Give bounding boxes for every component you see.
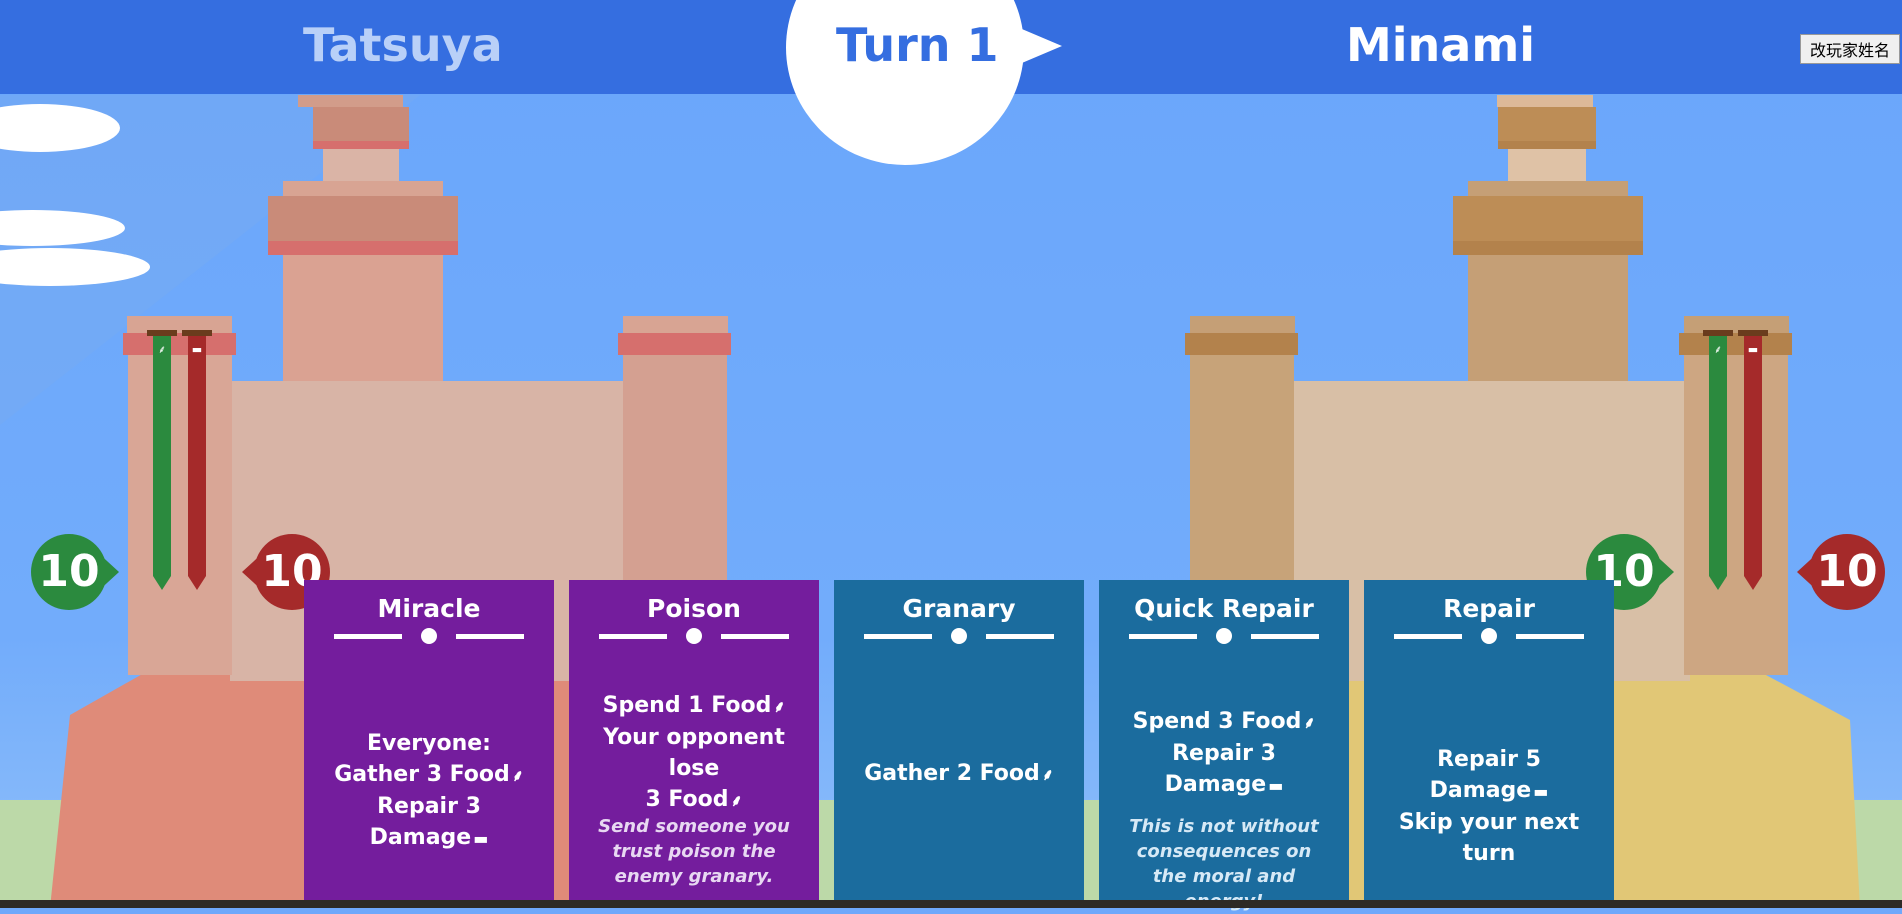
card-effect: Spend 3 Food ⸙ Repair 3 Damage ▬ [1132, 709, 1316, 797]
card-title: Poison [647, 594, 741, 623]
wheat-icon: ⸙ [1041, 765, 1054, 784]
card-divider [864, 628, 1054, 644]
card-title: Miracle [377, 594, 481, 623]
card-divider [1394, 628, 1584, 644]
card-repair[interactable]: Repair Repair 5 Damage ▬ Skip your next t… [1364, 580, 1614, 908]
brick-icon: ▬ [1747, 343, 1759, 356]
wheat-icon: ⸙ [511, 766, 524, 785]
player1-food-badge: 10 [31, 534, 119, 610]
wheat-icon: ⸙ [157, 343, 167, 356]
card-quick-repair[interactable]: Quick Repair Spend 3 Food ⸙ Repair 3 Dama… [1099, 580, 1349, 912]
wheat-icon: ⸙ [1303, 713, 1316, 732]
card-miracle[interactable]: Miracle Everyone: Gather 3 Food ⸙ Repair … [304, 580, 554, 908]
damage-banner: ▬ [188, 336, 206, 590]
player2-damage-badge: 10 [1797, 534, 1885, 610]
card-effect: Spend 1 Food ⸙ Your opponent lose 3 Food ⸙ [602, 693, 786, 812]
brick-icon: ▬ [191, 343, 203, 356]
rename-players-button[interactable]: 改玩家姓名 [1800, 34, 1900, 64]
card-divider [334, 628, 524, 644]
brick-icon: ▬ [1268, 776, 1284, 795]
card-flavor-text: This is not without consequences on the … [1129, 816, 1319, 912]
card-poison[interactable]: Poison Spend 1 Food ⸙ Your opponent lose … [569, 580, 819, 908]
bottom-bar [0, 900, 1902, 908]
card-title: Repair [1443, 594, 1535, 623]
turn-label: Turn 1 [836, 18, 999, 72]
brick-icon: ▬ [1533, 782, 1549, 801]
wheat-icon: ⸙ [730, 791, 743, 810]
player1-food-value: 10 [38, 546, 100, 597]
card-divider [599, 628, 789, 644]
card-granary[interactable]: Granary Gather 2 Food ⸙ [834, 580, 1084, 908]
card-title: Quick Repair [1134, 594, 1314, 623]
player1-name: Tatsuya [303, 18, 503, 72]
card-title: Granary [902, 594, 1016, 623]
damage-banner: ▬ [1744, 336, 1762, 590]
turn-arrow-icon [1010, 24, 1062, 68]
player2-damage-value: 10 [1816, 546, 1878, 597]
card-flavor-text: Send someone you trust poison the enemy … [598, 816, 790, 887]
brick-icon: ▬ [473, 829, 489, 848]
wheat-icon: ⸙ [1713, 343, 1723, 356]
card-effect: Gather 2 Food ⸙ [864, 761, 1054, 786]
food-banner: ⸙ [1709, 336, 1727, 590]
food-banner: ⸙ [153, 336, 171, 590]
card-divider [1129, 628, 1319, 644]
card-effect: Everyone: Gather 3 Food ⸙ Repair 3 Damage… [334, 731, 524, 850]
wheat-icon: ⸙ [773, 697, 786, 716]
card-effect: Repair 5 Damage ▬ Skip your next turn [1398, 747, 1580, 866]
player2-name: Minami [1346, 18, 1536, 72]
